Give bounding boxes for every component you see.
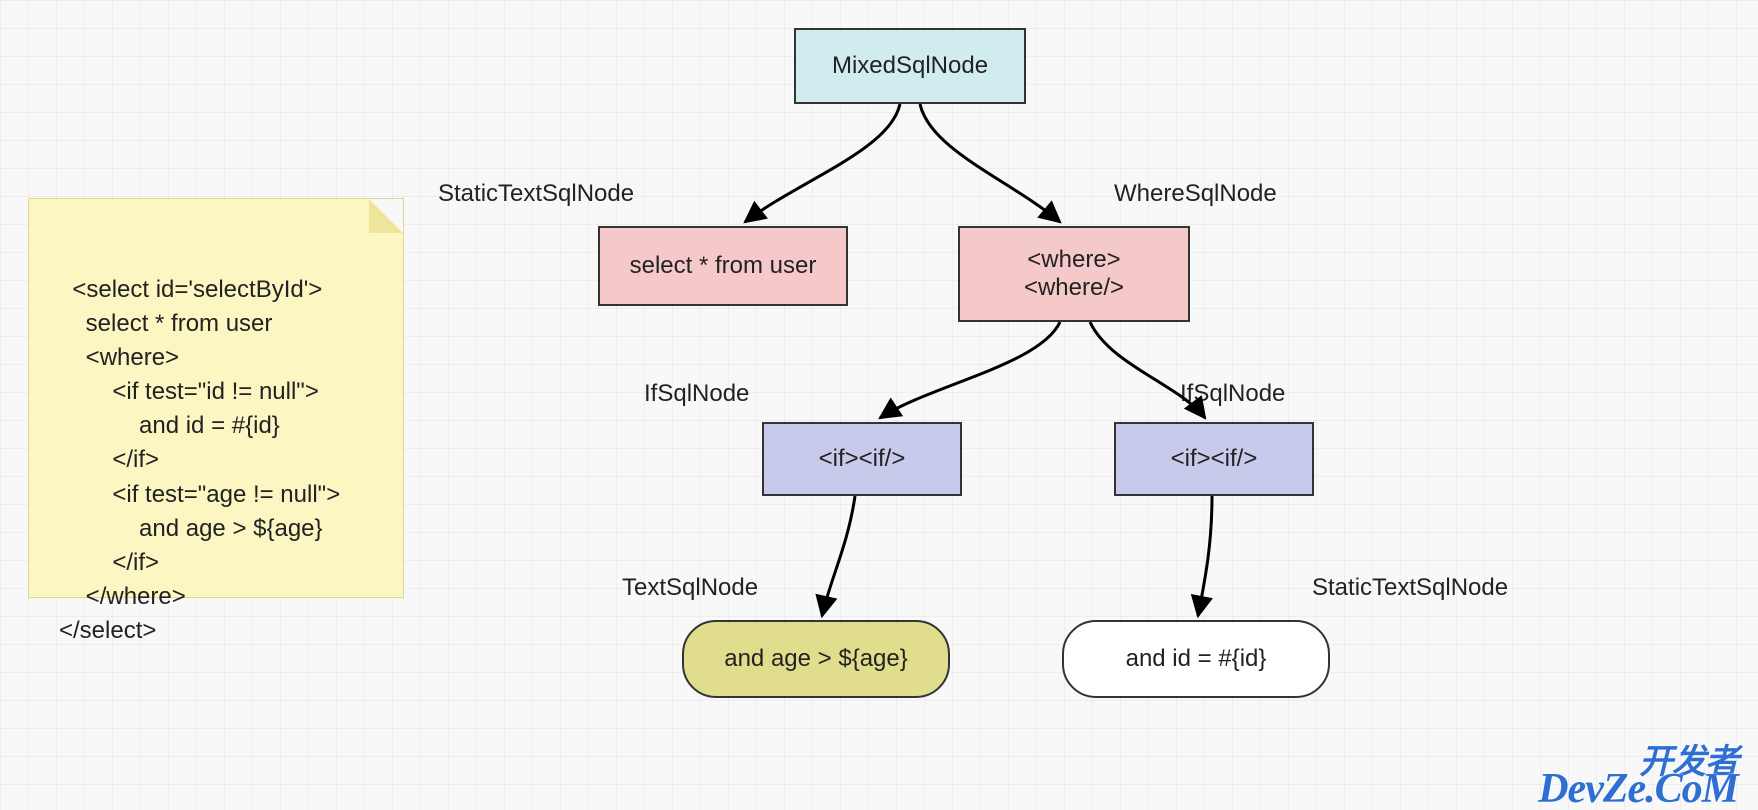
node-static-leaf: and id = #{id} <box>1062 620 1330 698</box>
code-note: <select id='selectById'> select * from u… <box>28 198 404 598</box>
type-label-where: WhereSqlNode <box>1114 180 1277 208</box>
type-label-if-left: IfSqlNode <box>644 380 749 408</box>
node-if-left: <if><if/> <box>762 422 962 496</box>
type-label-static1: StaticTextSqlNode <box>438 180 634 208</box>
watermark: 开发者 DevZe.CoM <box>1538 751 1738 804</box>
node-label: select * from user <box>630 252 817 280</box>
node-label: MixedSqlNode <box>832 52 988 80</box>
code-note-text: <select id='selectById'> select * from u… <box>59 276 340 644</box>
node-label: <if><if/> <box>1171 445 1258 473</box>
node-label: <where> <where/> <box>1024 246 1124 302</box>
watermark-line2: DevZe.CoM <box>1538 775 1738 804</box>
node-where: <where> <where/> <box>958 226 1190 322</box>
node-mixedsqlnode: MixedSqlNode <box>794 28 1026 104</box>
node-label: <if><if/> <box>819 445 906 473</box>
node-text-leaf: and age > ${age} <box>682 620 950 698</box>
node-label: and id = #{id} <box>1126 645 1267 673</box>
type-label-static-leaf: StaticTextSqlNode <box>1312 574 1508 602</box>
node-if-right: <if><if/> <box>1114 422 1314 496</box>
type-label-text-leaf: TextSqlNode <box>622 574 758 602</box>
type-label-if-right: IfSqlNode <box>1180 380 1285 408</box>
node-label: and age > ${age} <box>724 645 908 673</box>
node-static1: select * from user <box>598 226 848 306</box>
